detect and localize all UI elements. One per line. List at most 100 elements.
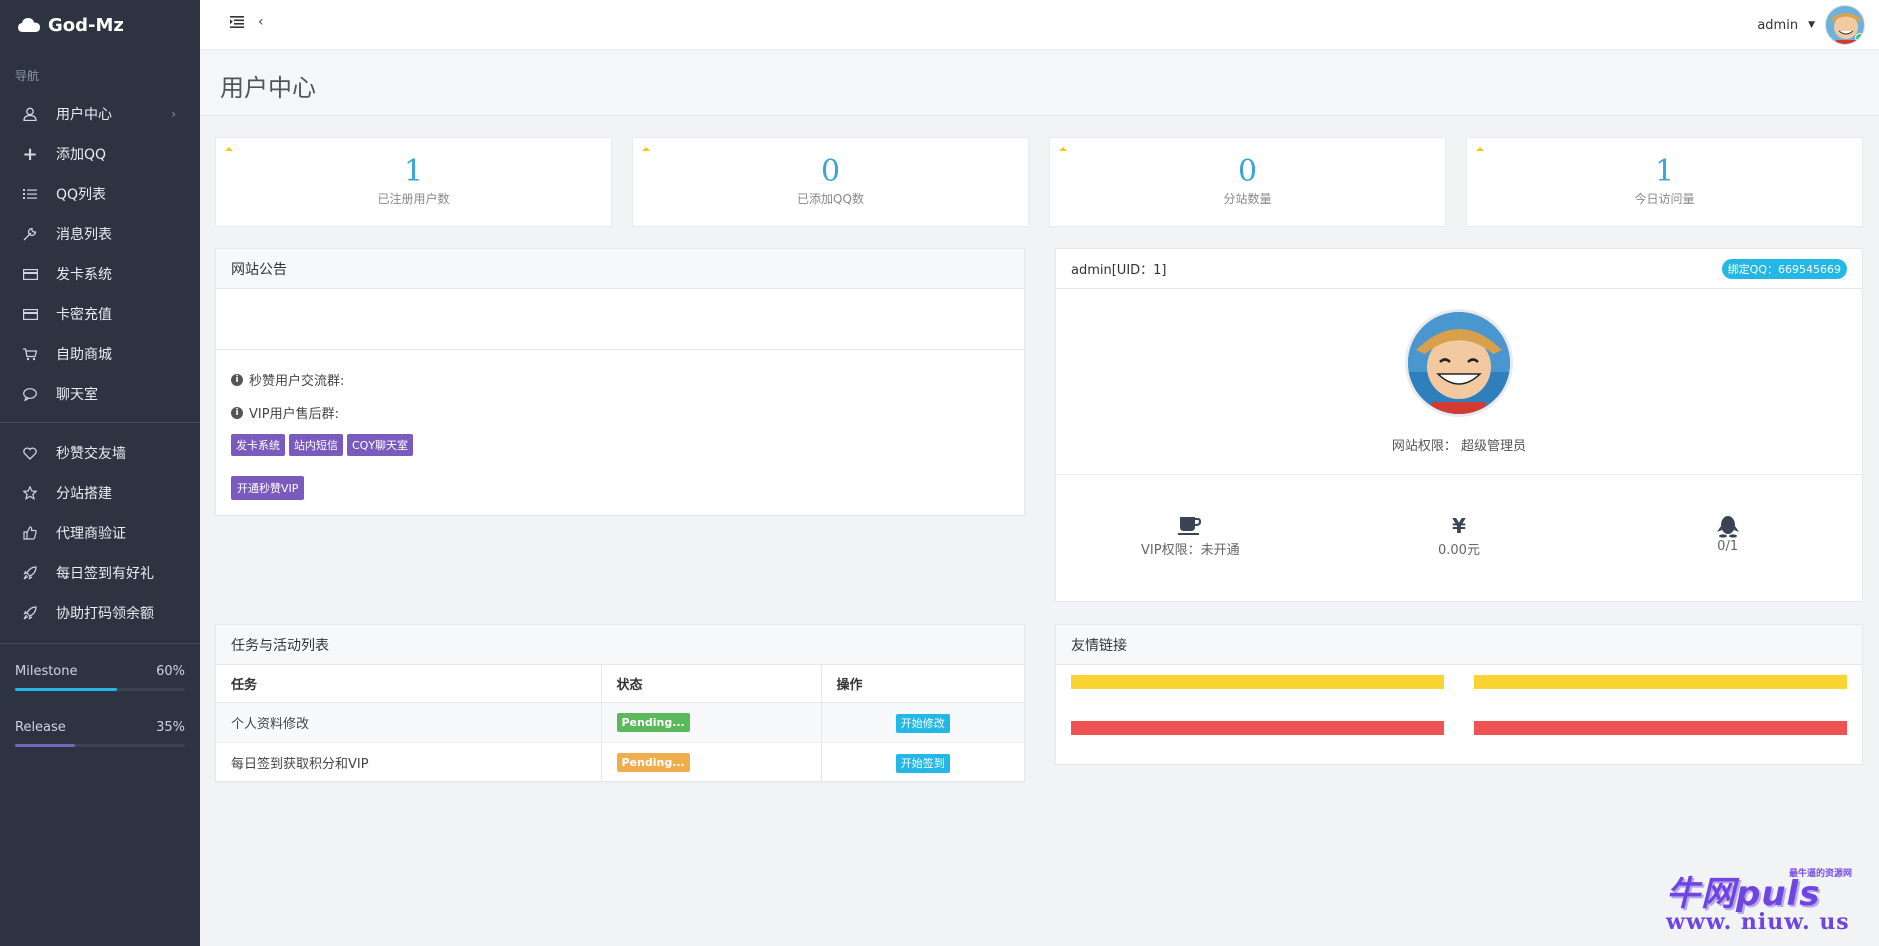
table-row: 个人资料修改 Pending... 开始修改 [216, 702, 1024, 743]
column-header: 状态 [600, 665, 821, 703]
sidebar-item-chatroom[interactable]: 聊天室 [0, 374, 200, 414]
chat-icon [22, 386, 38, 402]
stat-value: 0 [1237, 154, 1258, 189]
open-vip-button[interactable]: 开通秒赞VIP [231, 476, 305, 500]
card-icon [22, 266, 38, 282]
sidebar-item-label: 每日签到有好礼 [56, 566, 154, 582]
menu-toggle-icon[interactable] [230, 16, 244, 32]
sidebar-item-user-center[interactable]: 用户中心 › [0, 94, 200, 134]
sidebar-item-card-system[interactable]: 发卡系统 [0, 254, 200, 294]
user-name: admin [1757, 17, 1799, 33]
caret-up-icon [1476, 147, 1484, 151]
tag-chatroom-button[interactable]: CQY聊天室 [347, 434, 414, 456]
nav-heading: 导航 [15, 69, 40, 83]
sidebar-item-label: 秒赞交友墙 [56, 446, 126, 462]
friend-link-bar[interactable] [1474, 721, 1847, 735]
vip-status: VIP权限：未开通 [1090, 513, 1290, 558]
column-header: 操作 [820, 665, 1024, 703]
watermark-url: www. niuw. us [1666, 909, 1850, 935]
sidebar-item-agent-verify[interactable]: 代理商验证 [0, 513, 200, 553]
watermark-logo: 最牛逼的资源网 牛网puls www. niuw. us [1666, 866, 1856, 941]
sidebar-item-friend-wall[interactable]: 秒赞交友墙 [0, 433, 200, 473]
rocket-icon [22, 605, 38, 621]
sidebar-item-label: 协助打码领余额 [56, 606, 154, 622]
sidebar-item-label: 自助商城 [56, 347, 112, 363]
stat-card-added-qq: 0 已添加QQ数 [632, 137, 1029, 227]
sidebar-item-qq-list[interactable]: QQ列表 [0, 174, 200, 214]
thumb-icon [22, 525, 38, 541]
cart-icon [22, 346, 38, 362]
stat-value: 1 [403, 154, 424, 189]
balance: ¥ 0.00元 [1359, 513, 1559, 558]
sidebar-item-label: 发卡系统 [56, 267, 112, 283]
card-icon [22, 306, 38, 322]
sidebar-item-label: 添加QQ [56, 147, 107, 163]
sidebar-item-shop[interactable]: 自助商城 [0, 334, 200, 374]
topbar: ‹ admin ▼ [200, 0, 1879, 50]
panel-title: 友情链接 [1056, 625, 1862, 665]
start-edit-button[interactable]: 开始修改 [895, 713, 950, 733]
info-text: VIP用户售后群: [249, 407, 339, 422]
sidebar-item-captcha-earn[interactable]: 协助打码领余额 [0, 593, 200, 633]
sidebar-item-label: 卡密充值 [56, 307, 112, 323]
progress-milestone: Milestone 60% [0, 664, 200, 691]
user-icon [22, 106, 38, 122]
tag-site-sms-button[interactable]: 站内短信 [289, 434, 343, 456]
sidebar-item-substation[interactable]: 分站搭建 [0, 473, 200, 513]
avatar[interactable] [1825, 5, 1865, 45]
sidebar-item-label: 用户中心 [56, 107, 112, 123]
notice-panel: 网站公告 i 秒赞用户交流群: i VIP用户售后群: 发卡系统 站内短信 CQ… [215, 248, 1025, 516]
user-menu[interactable]: admin ▼ [1757, 5, 1865, 45]
progress-track [15, 744, 185, 747]
profile-avatar[interactable] [1405, 309, 1513, 417]
page-header: 用户中心 [200, 50, 1879, 116]
heart-icon [22, 445, 38, 461]
stat-value: 0 [820, 154, 841, 189]
brand[interactable]: God-Mz [0, 0, 200, 50]
tag-card-system-button[interactable]: 发卡系统 [231, 434, 285, 456]
sidebar-item-label: 消息列表 [56, 227, 112, 243]
sidebar-item-messages[interactable]: 消息列表 [0, 214, 200, 254]
panel-title: 任务与活动列表 [216, 625, 1024, 665]
sidebar: God-Mz 导航 用户中心 › + 添加QQ QQ列表 消息列表 发卡系统 卡… [0, 0, 200, 946]
stat-card-today-visits: 1 今日访问量 [1466, 137, 1863, 227]
nav-divider [0, 422, 200, 423]
task-name: 个人资料修改 [216, 702, 601, 743]
column-header: 任务 [216, 665, 601, 703]
sidebar-item-label: 聊天室 [56, 387, 98, 403]
progress-track [15, 688, 185, 691]
stat-label: 已注册用户数 [377, 192, 450, 206]
info-icon: i [231, 373, 243, 386]
progress-fill [15, 744, 75, 747]
progress-label: Milestone [15, 664, 78, 679]
sidebar-item-daily-signin[interactable]: 每日签到有好礼 [0, 553, 200, 593]
star-icon [22, 485, 38, 501]
info-text: 秒赞用户交流群: [249, 374, 345, 389]
tasks-table: 任务 状态 操作 个人资料修改 Pending... 开始修改 每日签到获取积分… [216, 665, 1024, 783]
chevron-right-icon: › [171, 107, 176, 121]
start-signin-button[interactable]: 开始签到 [895, 753, 950, 773]
sidebar-item-label: QQ列表 [56, 187, 107, 203]
sidebar-item-add-qq[interactable]: + 添加QQ [0, 134, 200, 174]
friend-link-bar[interactable] [1474, 675, 1847, 689]
coffee-icon [1090, 513, 1290, 539]
friend-link-bar[interactable] [1071, 721, 1444, 735]
table-row: 每日签到获取积分和VIP Pending... 开始签到 [216, 742, 1024, 783]
balance-text: 0.00元 [1438, 543, 1480, 558]
status-badge: Pending... [616, 753, 690, 772]
sidebar-item-card-recharge[interactable]: 卡密充值 [0, 294, 200, 334]
tasks-panel: 任务与活动列表 任务 状态 操作 个人资料修改 Pending... 开始修改 … [215, 624, 1025, 783]
info-line: i VIP用户售后群: [231, 403, 1009, 422]
friend-link-bar[interactable] [1071, 675, 1444, 689]
info-icon: i [231, 406, 243, 419]
profile-user-line: admin[UID：1] [1071, 263, 1167, 278]
rocket-icon [22, 565, 38, 581]
qq-count: 0/1 [1628, 513, 1828, 558]
stat-card-substations: 0 分站数量 [1049, 137, 1446, 227]
vip-status-text: VIP权限：未开通 [1141, 543, 1240, 558]
notice-content [216, 289, 1024, 350]
chevron-left-icon[interactable]: ‹ [258, 15, 264, 32]
task-name: 每日签到获取积分和VIP [216, 742, 601, 783]
qq-badge: 绑定QQ：669545669 [1721, 259, 1847, 279]
profile-panel: admin[UID：1] 绑定QQ：669545669 网站权限： 超级管理员 … [1055, 248, 1863, 602]
